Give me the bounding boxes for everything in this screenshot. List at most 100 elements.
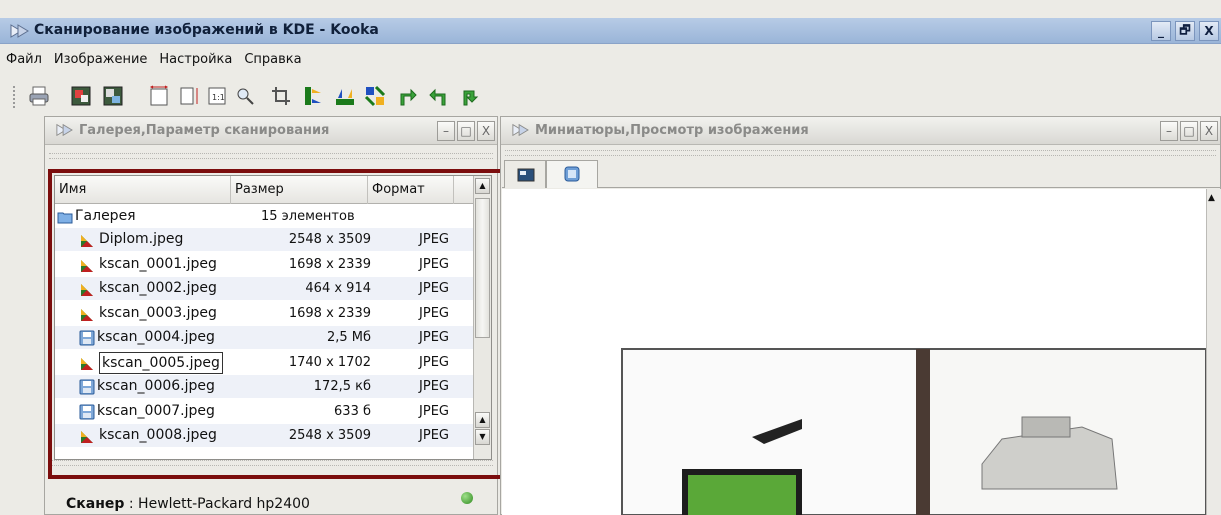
kooka-app-icon (10, 24, 29, 38)
mirror-both-icon[interactable] (362, 83, 388, 109)
table-row[interactable]: kscan_0005.jpeg 1740 x 1702 JPEG (55, 351, 475, 374)
gallery-panel-titlebar[interactable]: Галерея,Параметр сканирования – □ X (45, 117, 497, 145)
file-format: JPEG (419, 232, 449, 247)
panel-maximize-button[interactable]: □ (1180, 121, 1198, 141)
main-toolbar: 1:1 (0, 78, 1221, 114)
disk-icon (79, 404, 95, 420)
file-size: 2548 x 3509 (288, 428, 371, 443)
toolbar-grip[interactable] (13, 86, 17, 108)
dock-handle[interactable] (505, 150, 1216, 156)
rotate-180-icon[interactable] (456, 83, 482, 109)
file-size: 464 x 914 (305, 281, 371, 296)
scanner-status-led (461, 492, 473, 504)
file-name: kscan_0008.jpeg (99, 427, 217, 443)
gallery-panel-title: Галерея,Параметр сканирования (79, 123, 330, 138)
image-icon (79, 232, 95, 248)
window-minimize-button[interactable]: _ (1151, 21, 1171, 41)
scanned-image (502, 189, 1207, 515)
table-row[interactable]: kscan_0006.jpeg 172,5 кб JPEG (55, 375, 475, 398)
panel-close-button[interactable]: X (477, 121, 495, 141)
panel-minimize-button[interactable]: – (437, 121, 455, 141)
preview-panel-titlebar[interactable]: Миниатюры,Просмотр изображения – □ X (501, 117, 1220, 145)
window-titlebar: Сканирование изображений в KDE - Kooka _… (0, 18, 1221, 44)
file-size: 633 б (334, 403, 371, 419)
scan-preview-icon[interactable] (100, 83, 126, 109)
file-format: JPEG (419, 305, 449, 321)
dock-handle-bottom[interactable] (49, 460, 493, 466)
dock-handle[interactable] (49, 153, 493, 159)
file-name: kscan_0004.jpeg (97, 329, 215, 345)
svg-text:1:1: 1:1 (212, 93, 225, 102)
column-header-size[interactable]: Размер (231, 176, 368, 204)
original-size-icon[interactable]: 1:1 (204, 83, 230, 109)
image-icon (79, 355, 95, 371)
menu-help[interactable]: Справка (244, 52, 301, 67)
file-name: kscan_0002.jpeg (99, 280, 217, 296)
scanner-value: Hewlett-Packard hp2400 (138, 496, 310, 512)
table-row[interactable]: Diplom.jpeg 2548 x 3509 JPEG (55, 228, 475, 251)
file-size: 1698 x 2339 (288, 256, 371, 272)
column-header-name[interactable]: Имя (55, 176, 231, 204)
panel-arrow-icon (56, 123, 73, 137)
fit-height-icon[interactable] (176, 83, 202, 109)
thumbnails-icon (517, 168, 535, 182)
rotate-cw-icon[interactable] (394, 83, 420, 109)
print-icon[interactable] (26, 83, 52, 109)
table-row[interactable]: kscan_0008.jpeg 2548 x 3509 JPEG (55, 424, 475, 447)
file-format: JPEG (419, 330, 449, 345)
gallery-scrollbar[interactable]: ▲ ▲ ▼ (473, 176, 491, 459)
image-icon (79, 281, 95, 297)
scroll-up-arrow-icon[interactable]: ▲ (1208, 193, 1215, 203)
image-viewer-icon (564, 166, 580, 182)
preview-tabbar (502, 158, 1221, 188)
table-row[interactable]: kscan_0004.jpeg 2,5 Мб JPEG (55, 326, 475, 349)
window-maximize-button[interactable]: 🗗 (1175, 21, 1195, 41)
window-close-button[interactable]: X (1199, 21, 1219, 41)
mirror-horizontal-icon[interactable] (332, 83, 358, 109)
file-name: kscan_0001.jpeg (99, 255, 217, 272)
gallery-list[interactable]: Имя Размер Формат Галерея 15 элементов Dip… (54, 175, 492, 460)
scroll-down-button[interactable]: ▼ (475, 429, 490, 445)
scanner-separator: : (124, 496, 139, 512)
panel-close-button[interactable]: X (1200, 121, 1218, 141)
file-format: JPEG (419, 403, 449, 419)
folder-icon (57, 209, 73, 225)
crop-icon[interactable] (268, 83, 294, 109)
rotate-ccw-icon[interactable] (426, 83, 452, 109)
fit-width-icon[interactable] (146, 83, 172, 109)
table-row[interactable]: kscan_0001.jpeg 1698 x 2339 JPEG (55, 253, 475, 276)
menu-file[interactable]: Файл (6, 52, 42, 67)
table-row[interactable]: kscan_0003.jpeg 1698 x 2339 JPEG (55, 302, 475, 325)
file-name: kscan_0003.jpeg (99, 304, 217, 321)
gallery-root-name: Галерея (75, 208, 136, 224)
file-name[interactable]: kscan_0005.jpeg (99, 351, 223, 374)
file-format: JPEG (419, 256, 449, 272)
tab-thumbnails[interactable] (504, 160, 546, 188)
menu-settings[interactable]: Настройка (159, 52, 232, 67)
panel-maximize-button[interactable]: □ (457, 121, 475, 141)
panel-arrow-icon (512, 123, 529, 137)
table-row[interactable]: kscan_0007.jpeg 633 б JPEG (55, 400, 475, 423)
image-preview[interactable] (502, 189, 1221, 515)
scanner-status: Сканер : Hewlett-Packard hp2400 (66, 496, 310, 512)
panel-minimize-button[interactable]: – (1160, 121, 1178, 141)
scroll-thumb[interactable] (475, 198, 490, 338)
file-size: 2548 x 3509 (288, 232, 371, 247)
scan-icon[interactable] (68, 83, 94, 109)
gallery-root-row[interactable]: Галерея 15 элементов (55, 205, 475, 228)
tab-image-preview[interactable] (546, 160, 598, 188)
file-name: kscan_0006.jpeg (97, 378, 215, 394)
image-icon (79, 428, 95, 444)
disk-icon (79, 330, 95, 346)
scroll-up-button-lower[interactable]: ▲ (475, 412, 490, 428)
mirror-vertical-icon[interactable] (300, 83, 326, 109)
preview-scrollbar[interactable]: ▲ (1206, 189, 1221, 515)
image-icon (79, 257, 95, 273)
window-title: Сканирование изображений в KDE - Kooka (34, 22, 379, 38)
zoom-icon[interactable] (232, 83, 258, 109)
menu-image[interactable]: Изображение (54, 52, 147, 67)
scanner-label: Сканер (66, 496, 125, 512)
scroll-up-button[interactable]: ▲ (475, 178, 490, 194)
column-header-format[interactable]: Формат (368, 176, 454, 204)
table-row[interactable]: kscan_0002.jpeg 464 x 914 JPEG (55, 277, 475, 300)
